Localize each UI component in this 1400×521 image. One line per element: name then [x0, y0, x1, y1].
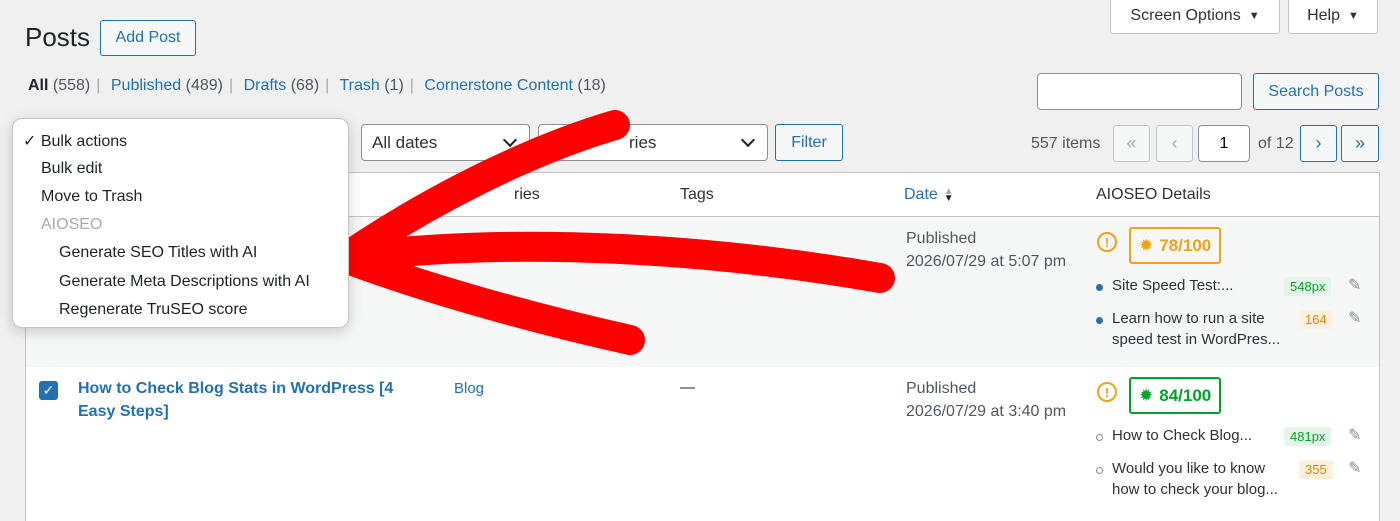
help-button[interactable]: Help ▼ [1288, 0, 1378, 34]
post-status: Published [906, 380, 977, 397]
filter-drafts-count: (68) [290, 77, 320, 94]
screen-options-button[interactable]: Screen Options ▼ [1110, 0, 1280, 34]
menu-item-bulk-edit[interactable]: Bulk edit [41, 160, 102, 178]
seo-score-value: 84/100 [1159, 385, 1212, 405]
meta-desc-line-1: Learn how to run a site [1112, 310, 1265, 327]
title-width-badge: 548px [1284, 277, 1332, 296]
title-width-badge: 481px [1284, 427, 1332, 446]
seo-title-snippet: Site Speed Test:... [1112, 277, 1234, 294]
filter-drafts[interactable]: Drafts [244, 77, 287, 94]
post-date: 2026/07/29 at 5:07 pm [906, 253, 1067, 270]
categories-select-value: ries [629, 132, 657, 152]
total-pages: of 12 [1258, 135, 1294, 152]
status-filter-links: All (558) | Published (489) | Drafts (68) |… [28, 77, 606, 94]
filter-all[interactable]: All [28, 77, 48, 94]
post-title-line-1[interactable]: How to Check Blog Stats in WordPress [4 [78, 380, 393, 398]
filter-cornerstone-count: (18) [577, 77, 606, 94]
menu-item-label: Bulk actions [40, 133, 128, 150]
post-category-link[interactable]: Blog [454, 380, 484, 397]
screen-options-label: Screen Options [1130, 7, 1241, 24]
column-header-tags: Tags [680, 186, 714, 203]
gear-icon: ✹ [1139, 235, 1154, 255]
triangle-down-icon: ▼ [1248, 10, 1260, 22]
add-post-button[interactable]: Add Post [100, 20, 196, 56]
table-row: ✓ How to Check Blog Stats in WordPress [… [26, 367, 1379, 517]
bulk-actions-menu: ✓ Bulk actions Bulk edit Move to Trash A… [12, 118, 349, 328]
categories-select[interactable]: ries [538, 124, 768, 161]
gear-icon: ✹ [1139, 385, 1154, 405]
help-label: Help [1307, 7, 1340, 24]
seo-score-badge[interactable]: ✹ 84/100 [1129, 377, 1222, 414]
desc-length-badge: 355 [1299, 460, 1333, 479]
checkmark-icon: ✓ [23, 133, 37, 150]
post-tags: — [680, 379, 695, 396]
filter-all-count: (558) [52, 77, 91, 94]
filter-published-count: (489) [185, 77, 223, 94]
pencil-icon[interactable]: ✎ [1348, 275, 1361, 295]
dates-select[interactable]: All dates [361, 124, 530, 161]
status-dot [1096, 284, 1103, 291]
search-input[interactable] [1037, 73, 1242, 110]
first-page-button[interactable]: « [1113, 125, 1150, 162]
chevron-down-icon [740, 132, 756, 147]
filter-button[interactable]: Filter [775, 124, 843, 161]
column-header-categories[interactable]: ries [514, 186, 540, 204]
menu-item-generate-meta-descriptions[interactable]: Generate Meta Descriptions with AI [59, 273, 310, 291]
meta-desc-line-2: speed test in WordPres... [1112, 331, 1281, 348]
status-dot [1096, 317, 1103, 324]
filter-published[interactable]: Published [111, 77, 181, 94]
pencil-icon[interactable]: ✎ [1348, 425, 1361, 445]
next-page-button[interactable]: › [1300, 125, 1337, 162]
seo-score-value: 78/100 [1159, 235, 1212, 255]
meta-desc-line-1: Would you like to know [1112, 460, 1266, 477]
seo-title-snippet: How to Check Blog... [1112, 427, 1253, 444]
post-status: Published [906, 230, 977, 247]
row-checkbox[interactable]: ✓ [39, 381, 58, 400]
page-title: Posts [25, 22, 91, 52]
search-posts-button[interactable]: Search Posts [1253, 73, 1379, 110]
filter-trash-count: (1) [384, 77, 404, 94]
column-header-date[interactable]: Date ▲ ▼ [904, 186, 954, 204]
menu-item-generate-seo-titles[interactable]: Generate SEO Titles with AI [59, 244, 257, 262]
triangle-down-icon: ▼ [1348, 10, 1359, 22]
sort-icon: ▲ ▼ [943, 186, 954, 204]
pencil-icon[interactable]: ✎ [1348, 458, 1361, 478]
column-header-date-label: Date [904, 186, 938, 203]
post-title-line-2[interactable]: Easy Steps] [78, 403, 169, 421]
chevron-down-icon [502, 132, 518, 147]
pencil-icon[interactable]: ✎ [1348, 308, 1361, 328]
warning-icon[interactable]: ! [1097, 232, 1117, 252]
menu-group-aioseo: AIOSEO [41, 216, 103, 233]
seo-score-badge[interactable]: ✹ 78/100 [1129, 227, 1222, 264]
menu-item-regenerate-truseo[interactable]: Regenerate TruSEO score [59, 301, 248, 319]
last-page-button[interactable]: » [1341, 125, 1379, 162]
prev-page-button[interactable]: ‹ [1156, 125, 1193, 162]
filter-cornerstone[interactable]: Cornerstone Content [424, 77, 573, 94]
meta-desc-line-2: how to check your blog... [1112, 481, 1278, 498]
filter-trash[interactable]: Trash [339, 77, 379, 94]
current-page-input[interactable] [1198, 125, 1250, 162]
desc-length-badge: 164 [1299, 310, 1333, 329]
post-date: 2026/07/29 at 3:40 pm [906, 403, 1067, 420]
warning-icon[interactable]: ! [1097, 382, 1117, 402]
dates-select-value: All dates [372, 132, 438, 152]
menu-item-bulk-actions[interactable]: ✓ Bulk actions [23, 131, 127, 151]
status-dot [1096, 467, 1103, 474]
items-count: 557 items [1031, 135, 1101, 152]
column-header-aioseo: AIOSEO Details [1096, 186, 1211, 203]
status-dot [1096, 434, 1103, 441]
menu-item-move-to-trash[interactable]: Move to Trash [41, 188, 142, 206]
